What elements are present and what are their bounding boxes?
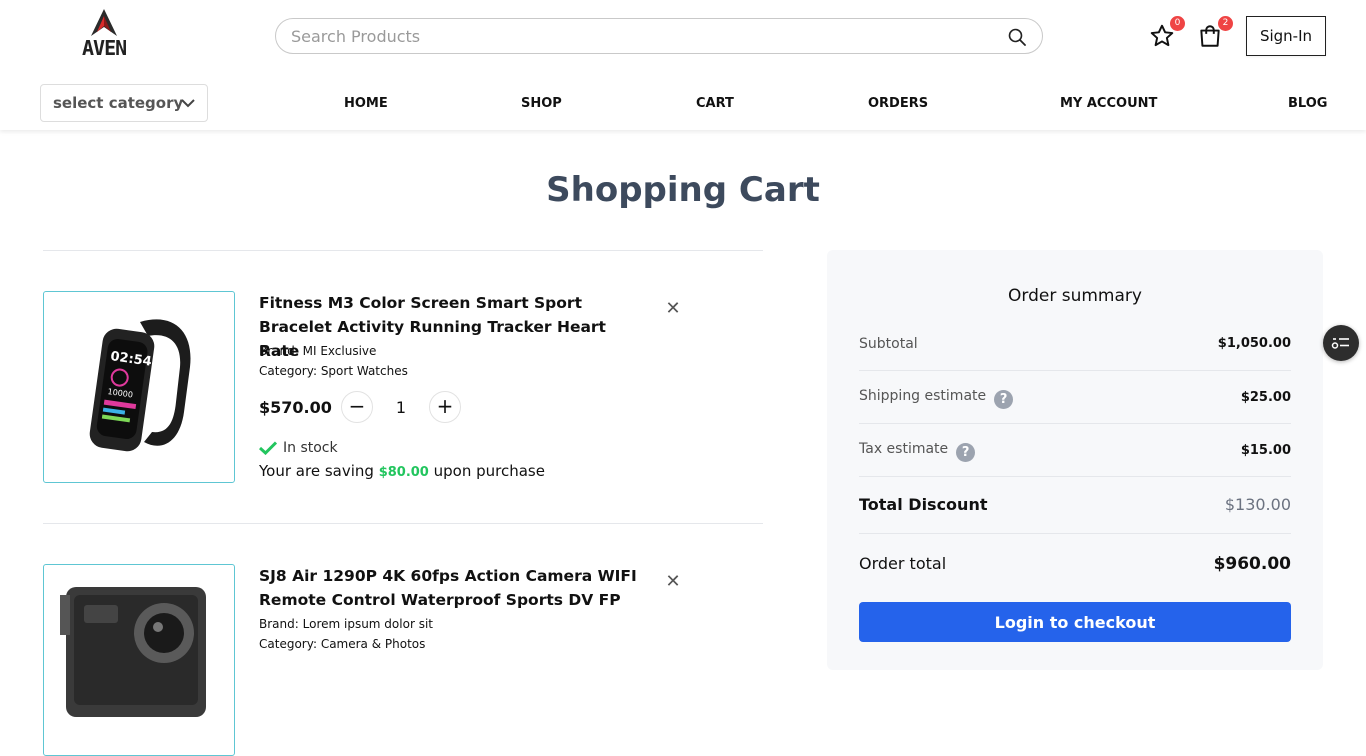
tax-value: $15.00: [1240, 443, 1291, 458]
logo-text: AVEN: [82, 36, 127, 60]
subtotal-value: $1,050.00: [1217, 336, 1291, 351]
fitness-band-image: 02:54 10000: [89, 319, 191, 452]
aven-logo[interactable]: AVEN: [82, 8, 127, 60]
saving-prefix: Your are saving: [259, 462, 374, 480]
product-image-fitness-band[interactable]: 02:54 10000: [43, 291, 235, 483]
action-camera-image: [60, 587, 206, 717]
cart-divider: [43, 250, 763, 251]
summary-divider: [859, 476, 1291, 477]
product-price: $570.00: [259, 398, 332, 417]
summary-divider: [859, 423, 1291, 424]
decrease-quantity-button[interactable]: −: [341, 391, 373, 423]
search-input[interactable]: [291, 19, 991, 53]
saving-amount: $80.00: [378, 465, 429, 480]
product-brand: Brand: Lorem ipsum dolor sit: [259, 617, 433, 631]
product-category: Category: Camera & Photos: [259, 637, 425, 651]
help-icon[interactable]: ?: [994, 390, 1014, 409]
check-icon: [258, 441, 278, 456]
brand-value: MI Exclusive: [302, 344, 377, 358]
wishlist-button[interactable]: 0: [1149, 16, 1185, 49]
category-label: Category:: [259, 364, 317, 378]
cart-count-badge: 2: [1218, 16, 1233, 31]
order-summary-panel: Order summary Subtotal $1,050.00 Shippin…: [827, 250, 1323, 670]
product-category: Category: Sport Watches: [259, 364, 408, 378]
discount-label: Total Discount: [859, 495, 988, 514]
cart-button[interactable]: 2: [1197, 16, 1233, 49]
shipping-value: $25.00: [1240, 390, 1291, 405]
login-to-checkout-button[interactable]: Login to checkout: [859, 602, 1291, 642]
search-bar: [275, 18, 1043, 54]
remove-item-close-icon[interactable]: ✕: [664, 300, 682, 318]
category-value: Sport Watches: [320, 364, 408, 378]
category-value: Camera & Photos: [320, 637, 426, 651]
floating-filter-button[interactable]: [1323, 325, 1359, 361]
nav-my-account[interactable]: MY ACCOUNT: [1060, 96, 1157, 111]
brand-value: Lorem ipsum dolor sit: [302, 617, 433, 631]
quantity-value: 1: [395, 398, 407, 417]
order-total-value: $960.00: [1213, 554, 1291, 574]
summary-divider: [859, 370, 1291, 371]
logo-triangle-icon: [91, 9, 117, 36]
site-header: AVEN 0 2 Sign-In select category HOME SH…: [0, 0, 1366, 130]
stock-text: In stock: [283, 440, 338, 456]
product-image-action-camera[interactable]: [43, 564, 235, 756]
nav-blog[interactable]: BLOG: [1288, 96, 1327, 111]
category-select[interactable]: select category: [40, 84, 208, 122]
subtotal-label: Subtotal: [859, 336, 918, 352]
product-name[interactable]: SJ8 Air 1290P 4K 60fps Action Camera WIF…: [259, 564, 639, 612]
product-brand: Brand: MI Exclusive: [259, 344, 376, 358]
order-total-label: Order total: [859, 554, 947, 573]
summary-divider: [859, 533, 1291, 534]
page-title: Shopping Cart: [546, 170, 820, 210]
saving-suffix: upon purchase: [433, 462, 545, 480]
nav-home[interactable]: HOME: [344, 96, 388, 111]
chevron-down-icon: [181, 99, 195, 108]
remove-item-close-icon[interactable]: ✕: [664, 573, 682, 591]
search-icon[interactable]: [1008, 28, 1026, 46]
help-icon[interactable]: ?: [956, 443, 976, 462]
shipping-label: Shipping estimate?: [859, 388, 1014, 409]
category-select-label: select category: [53, 94, 184, 112]
wishlist-count-badge: 0: [1170, 16, 1185, 31]
nav-orders[interactable]: ORDERS: [868, 96, 928, 111]
saving-message: Your are saving $80.00 upon purchase: [259, 462, 545, 480]
brand-label: Brand:: [259, 344, 299, 358]
tax-label: Tax estimate?: [859, 441, 976, 462]
sign-in-button[interactable]: Sign-In: [1246, 16, 1326, 56]
discount-value: $130.00: [1224, 495, 1291, 514]
filter-list-icon: [1331, 338, 1349, 349]
brand-label: Brand:: [259, 617, 299, 631]
category-label: Category:: [259, 637, 317, 651]
increase-quantity-button[interactable]: +: [429, 391, 461, 423]
stock-status: In stock: [258, 440, 338, 456]
order-summary-title: Order summary: [1008, 286, 1142, 306]
nav-shop[interactable]: SHOP: [521, 96, 562, 111]
cart-divider: [43, 523, 763, 524]
nav-cart[interactable]: CART: [696, 96, 734, 111]
